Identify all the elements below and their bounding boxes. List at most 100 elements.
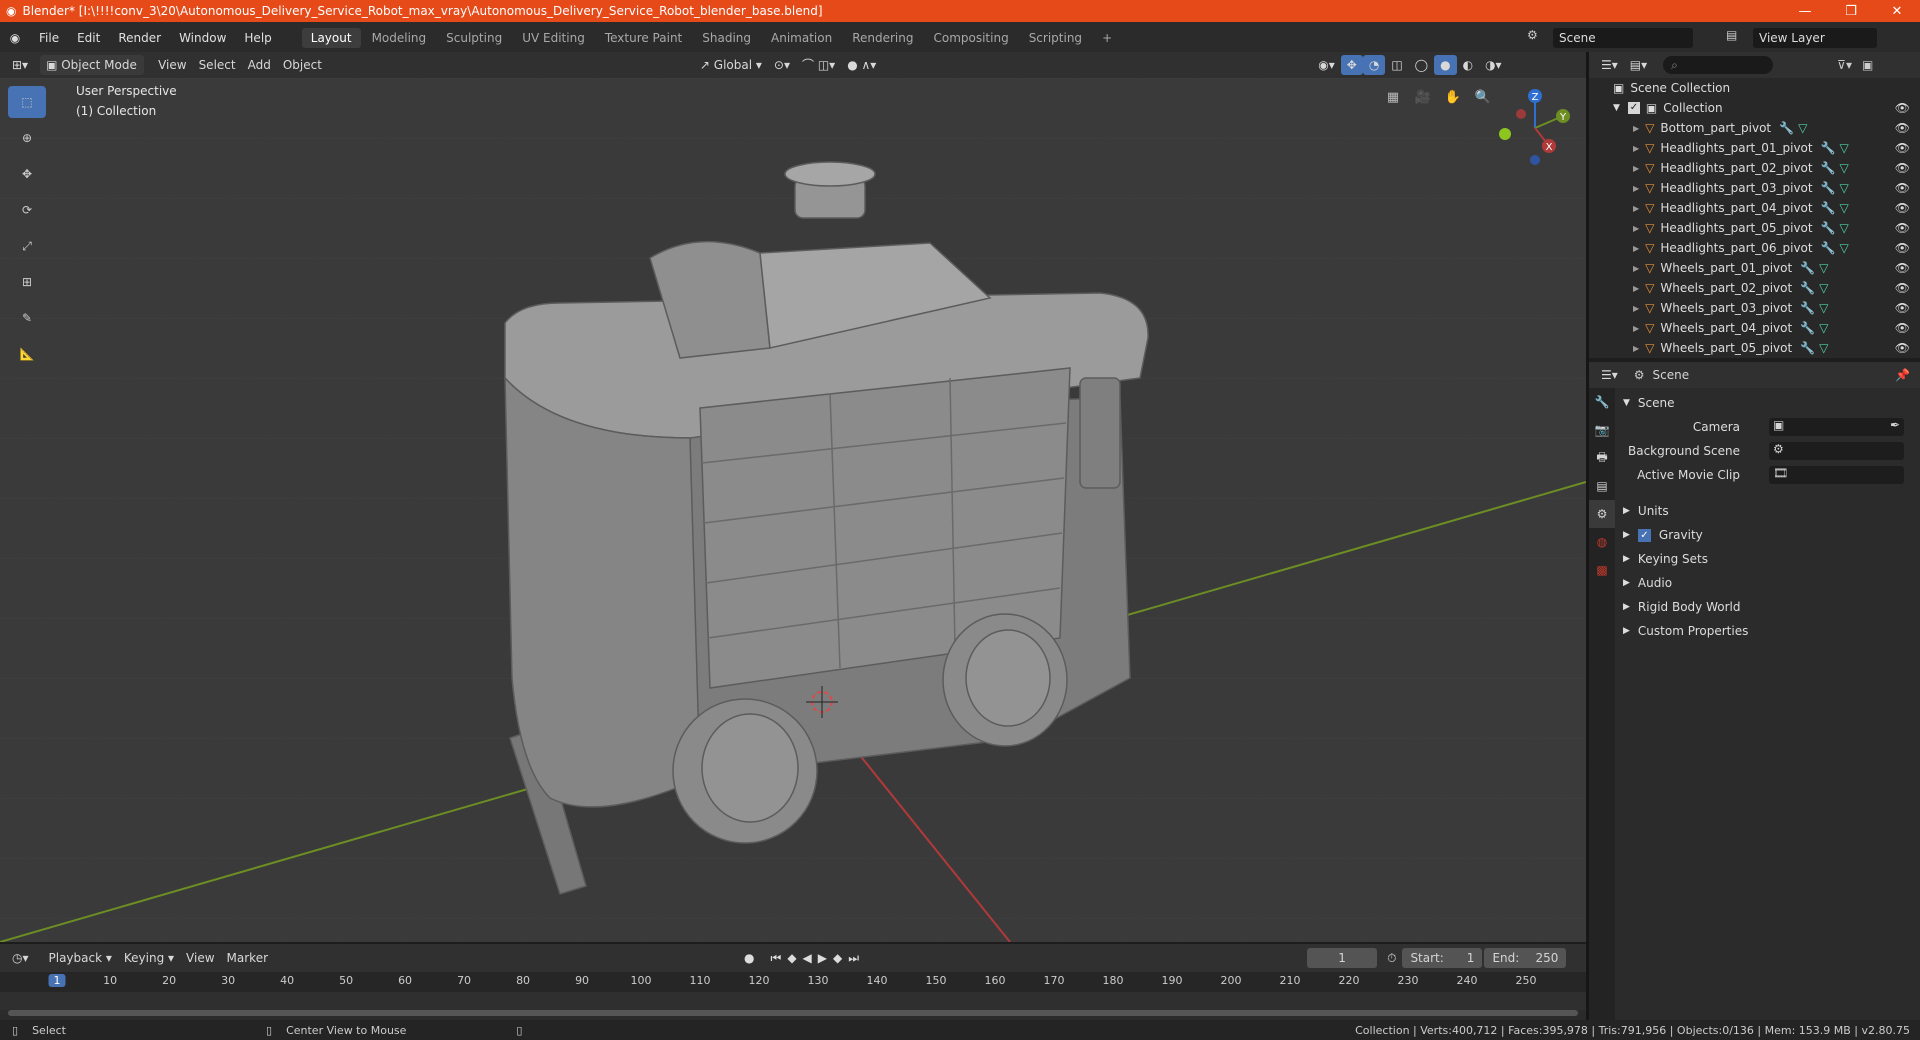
modifier-wrench-icon[interactable]: 🔧 xyxy=(1800,261,1815,275)
visibility-eye-icon[interactable]: 👁 xyxy=(1895,241,1910,255)
menu-file[interactable]: File xyxy=(30,31,68,45)
mesh-data-icon[interactable]: ▽ xyxy=(1819,301,1828,315)
proportional-edit-icon[interactable]: ● ∧▾ xyxy=(841,55,882,75)
mesh-data-icon[interactable]: ▽ xyxy=(1819,281,1828,295)
expand-arrow-icon[interactable]: ▶ xyxy=(1633,224,1639,233)
play-icon[interactable]: ▶ xyxy=(818,951,827,965)
texture-tab-icon[interactable]: ▩ xyxy=(1589,556,1615,584)
outliner-object-row[interactable]: ▶ ▽ Headlights_part_06_pivot 🔧 ▽ 👁 xyxy=(1589,238,1920,258)
outliner-object-row[interactable]: ▶ ▽ Headlights_part_03_pivot 🔧 ▽ 👁 xyxy=(1589,178,1920,198)
timeline-editor-type-icon[interactable]: ◷▾ xyxy=(6,948,35,968)
outliner-object-row[interactable]: ▶ ▽ Wheels_part_03_pivot 🔧 ▽ 👁 xyxy=(1589,298,1920,318)
timeline-scrollbar[interactable] xyxy=(8,1010,1578,1016)
menu-window[interactable]: Window xyxy=(170,31,235,45)
visibility-eye-icon[interactable]: 👁 xyxy=(1895,101,1910,115)
expand-arrow-icon[interactable]: ▶ xyxy=(1633,164,1639,173)
rotate-tool-icon[interactable]: ⟳ xyxy=(8,194,46,226)
close-button[interactable]: ✕ xyxy=(1874,4,1920,19)
pin-icon[interactable]: 📌 xyxy=(1895,368,1910,382)
transform-orientation-dropdown[interactable]: ↗ Global ▾ xyxy=(694,55,768,75)
expand-arrow-icon[interactable]: ▶ xyxy=(1633,244,1639,253)
menu-help[interactable]: Help xyxy=(235,31,280,45)
modifier-wrench-icon[interactable]: 🔧 xyxy=(1821,201,1836,215)
mesh-data-icon[interactable]: ▽ xyxy=(1840,161,1849,175)
expand-arrow-icon[interactable]: ▶ xyxy=(1633,204,1639,213)
modifier-wrench-icon[interactable]: 🔧 xyxy=(1800,301,1815,315)
select-box-tool-icon[interactable]: ⬚ xyxy=(8,86,46,118)
outliner-object-row[interactable]: ▶ ▽ Wheels_part_02_pivot 🔧 ▽ 👁 xyxy=(1589,278,1920,298)
xray-icon[interactable]: ◫ xyxy=(1385,55,1408,75)
visibility-eye-icon[interactable]: 👁 xyxy=(1895,261,1910,275)
frame-ruler[interactable]: 1 10 20 30 40 50 60 70 80 90 100 110 120 130 140 150 160… xyxy=(0,972,1586,992)
wireframe-shading-icon[interactable]: ◯ xyxy=(1409,55,1434,75)
mode-dropdown[interactable]: ▣ Object Mode ▾ xyxy=(40,55,145,92)
mesh-data-icon[interactable]: ▽ xyxy=(1819,321,1828,335)
outliner-object-row[interactable]: ▶ ▽ Headlights_part_01_pivot 🔧 ▽ 👁 xyxy=(1589,138,1920,158)
mesh-data-icon[interactable]: ▽ xyxy=(1840,201,1849,215)
tab-uv-editing[interactable]: UV Editing xyxy=(513,28,594,48)
annotate-tool-icon[interactable]: ✎ xyxy=(8,302,46,334)
panel-gravity[interactable]: ▶ ✓ Gravity xyxy=(1615,524,1920,546)
mesh-data-icon[interactable]: ▽ xyxy=(1819,341,1828,355)
panel-keying-sets[interactable]: ▶ Keying Sets xyxy=(1615,548,1920,570)
scene-selector-icon[interactable]: ⚙ xyxy=(1527,28,1538,42)
expand-arrow-icon[interactable]: ▶ xyxy=(1633,124,1639,133)
tab-layout[interactable]: Layout xyxy=(301,28,361,48)
tab-compositing[interactable]: Compositing xyxy=(924,28,1017,48)
scene-collection-row[interactable]: ▣ Scene Collection xyxy=(1589,78,1920,98)
output-tab-icon[interactable]: 🖶 xyxy=(1589,444,1615,472)
mesh-data-icon[interactable]: ▽ xyxy=(1840,141,1849,155)
mesh-data-icon[interactable]: ▽ xyxy=(1840,181,1849,195)
move-tool-icon[interactable]: ✥ xyxy=(8,158,46,190)
visibility-eye-icon[interactable]: 👁 xyxy=(1895,281,1910,295)
visibility-eye-icon[interactable]: 👁 xyxy=(1895,301,1910,315)
record-icon[interactable]: ● xyxy=(744,951,754,965)
expand-arrow-icon[interactable]: ▶ xyxy=(1633,264,1639,273)
toggle-grid-icon[interactable]: ▦ xyxy=(1380,84,1406,110)
panel-audio[interactable]: ▶ Audio xyxy=(1615,572,1920,594)
view-layer-icon[interactable]: ▤ xyxy=(1726,28,1737,42)
panel-rigid-body-world[interactable]: ▶ Rigid Body World xyxy=(1615,596,1920,618)
render-tab-icon[interactable]: 📷 xyxy=(1589,416,1615,444)
expand-arrow-icon[interactable]: ▶ xyxy=(1633,184,1639,193)
expand-arrow-icon[interactable]: ▶ xyxy=(1633,144,1639,153)
menu-render[interactable]: Render xyxy=(109,31,170,45)
pan-hand-icon[interactable]: ✋ xyxy=(1440,84,1466,110)
visibility-eye-icon[interactable]: 👁 xyxy=(1895,121,1910,135)
world-tab-icon[interactable]: ◍ xyxy=(1589,528,1615,556)
minimize-button[interactable]: — xyxy=(1782,4,1828,19)
scene-tab-icon[interactable]: ⚙ xyxy=(1589,500,1615,528)
outliner-object-row[interactable]: ▶ ▽ Headlights_part_04_pivot 🔧 ▽ 👁 xyxy=(1589,198,1920,218)
jump-end-icon[interactable]: ⏭ xyxy=(848,951,859,966)
tool-tab-icon[interactable]: 🔧 xyxy=(1589,388,1615,416)
outliner-object-row[interactable]: ▶ ▽ Wheels_part_04_pivot 🔧 ▽ 👁 xyxy=(1589,318,1920,338)
mesh-data-icon[interactable]: ▽ xyxy=(1840,221,1849,235)
current-frame-field[interactable]: 1 xyxy=(1307,948,1378,968)
outliner-object-row[interactable]: ▶ ▽ Wheels_part_05_pivot 🔧 ▽ 👁 xyxy=(1589,338,1920,358)
play-reverse-icon[interactable]: ◀ xyxy=(803,951,812,965)
overlay-toggle-icon[interactable]: ◔ xyxy=(1362,55,1386,75)
visibility-eye-icon[interactable]: 👁 xyxy=(1895,201,1910,215)
next-keyframe-icon[interactable]: ◆ xyxy=(833,951,842,965)
gravity-checkbox[interactable]: ✓ xyxy=(1637,528,1651,542)
modifier-wrench-icon[interactable]: 🔧 xyxy=(1821,241,1836,255)
tab-shading[interactable]: Shading xyxy=(693,28,760,48)
add-workspace-icon[interactable]: + xyxy=(1093,28,1121,48)
scale-tool-icon[interactable]: ⤢ xyxy=(8,230,46,262)
visibility-eye-icon[interactable]: 👁 xyxy=(1895,341,1910,355)
menu-view[interactable]: View xyxy=(152,55,192,75)
visibility-eye-icon[interactable]: 👁 xyxy=(1895,181,1910,195)
maximize-button[interactable]: ❐ xyxy=(1828,4,1874,19)
view-layer-tab-icon[interactable]: ▤ xyxy=(1589,472,1615,500)
mesh-data-icon[interactable]: ▽ xyxy=(1798,121,1807,135)
modifier-wrench-icon[interactable]: 🔧 xyxy=(1800,321,1815,335)
camera-view-icon[interactable]: 🎥 xyxy=(1410,84,1436,110)
tab-animation[interactable]: Animation xyxy=(762,28,841,48)
menu-edit[interactable]: Edit xyxy=(68,31,109,45)
modifier-wrench-icon[interactable]: 🔧 xyxy=(1800,341,1815,355)
new-collection-icon[interactable]: ▣ xyxy=(1862,58,1873,72)
expand-arrow-icon[interactable]: ▶ xyxy=(1633,284,1639,293)
outliner-object-row[interactable]: ▶ ▽ Headlights_part_05_pivot 🔧 ▽ 👁 xyxy=(1589,218,1920,238)
tab-texture-paint[interactable]: Texture Paint xyxy=(596,28,691,48)
view-layer-selector[interactable]: View Layer xyxy=(1753,28,1877,48)
